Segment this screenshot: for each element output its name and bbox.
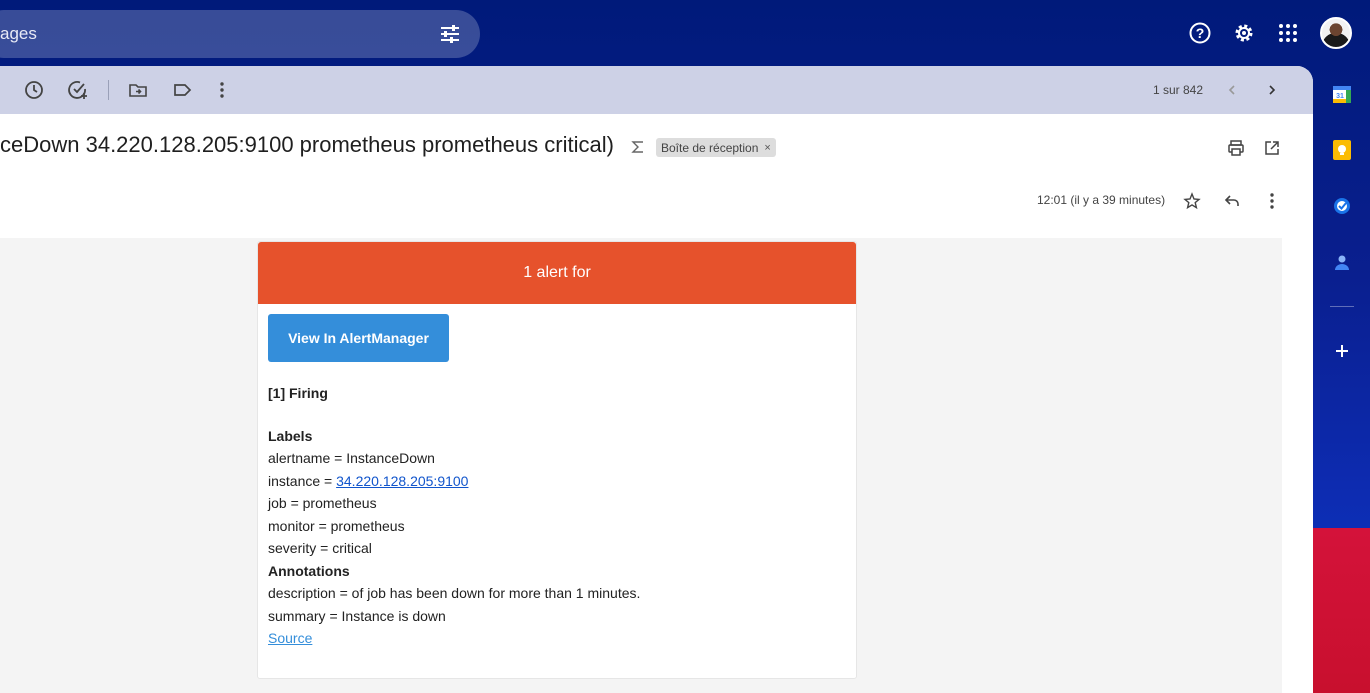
more-vert-icon[interactable] [1261, 190, 1283, 212]
search-input[interactable]: ages [0, 10, 480, 58]
alert-header: 1 alert for [258, 242, 856, 304]
reply-icon[interactable] [1221, 190, 1243, 212]
plus-icon[interactable] [1330, 339, 1354, 363]
tasks-icon[interactable] [1330, 194, 1354, 218]
top-bar: ages ? [0, 0, 1370, 66]
instance-prefix: instance = [268, 472, 337, 489]
pager-text: 1 sur 842 [1153, 83, 1204, 97]
svg-text:?: ? [1196, 25, 1205, 41]
toolbar: 1 sur 842 [0, 66, 1313, 114]
label-remove-icon[interactable]: × [764, 142, 770, 154]
keep-icon[interactable] [1330, 138, 1354, 162]
chevron-right-icon[interactable] [1260, 78, 1284, 102]
tune-icon[interactable] [438, 22, 462, 46]
search-text: ages [0, 24, 37, 43]
svg-text:31: 31 [1336, 93, 1344, 100]
annotations-title: Annotations [268, 562, 350, 579]
gear-icon[interactable] [1230, 19, 1258, 47]
annotation-summary: summary = Instance is down [268, 607, 446, 624]
more-icon[interactable] [210, 78, 234, 102]
label-job: job = prometheus [268, 495, 377, 511]
chevron-left-icon[interactable] [1220, 78, 1244, 102]
label-severity: severity = critical [268, 540, 372, 556]
source-link[interactable]: Source [268, 627, 640, 650]
calendar-icon[interactable]: 31 [1330, 82, 1354, 106]
print-icon[interactable] [1225, 137, 1247, 159]
firing-title: [1] Firing [268, 385, 328, 401]
label-instance: instance = 34.220.128.205:9100 [268, 470, 640, 493]
help-icon[interactable]: ? [1186, 19, 1214, 47]
label-alertname: alertname = InstanceDown [268, 450, 435, 466]
inbox-label-text: Boîte de réception [661, 140, 759, 155]
contacts-icon[interactable] [1330, 250, 1354, 274]
email-panel: 1 sur 842 ceDown 34.220.128.205:9100 pro… [0, 66, 1313, 693]
toolbar-divider [108, 80, 109, 100]
inbox-label-chip[interactable]: Boîte de réception × [656, 138, 776, 157]
email-date: 12:01 (il y a 39 minutes) [1037, 193, 1166, 207]
importance-icon[interactable] [630, 139, 646, 155]
alert-card: 1 alert for View In AlertManager [1] Fir… [257, 241, 857, 679]
instance-link[interactable]: 34.220.128.205:9100 [336, 473, 468, 489]
email-subject: ceDown 34.220.128.205:9100 prometheus pr… [0, 132, 614, 157]
star-icon[interactable] [1181, 190, 1203, 212]
side-panel-divider [1330, 306, 1354, 307]
apps-icon[interactable] [1274, 19, 1302, 47]
add-task-icon[interactable] [66, 78, 90, 102]
annotation-description: description = of job has been down for m… [268, 585, 641, 601]
label-monitor: monitor = prometheus [268, 517, 405, 534]
alert-details: [1] Firing Labels alertname = InstanceDo… [268, 382, 640, 650]
move-to-icon[interactable] [126, 78, 150, 102]
snooze-icon[interactable] [22, 78, 46, 102]
view-in-alertmanager-button[interactable]: View In AlertManager [268, 314, 449, 362]
open-new-window-icon[interactable] [1261, 137, 1283, 159]
labels-title: Labels [268, 427, 313, 444]
avatar[interactable] [1320, 17, 1352, 49]
label-icon[interactable] [170, 78, 194, 102]
